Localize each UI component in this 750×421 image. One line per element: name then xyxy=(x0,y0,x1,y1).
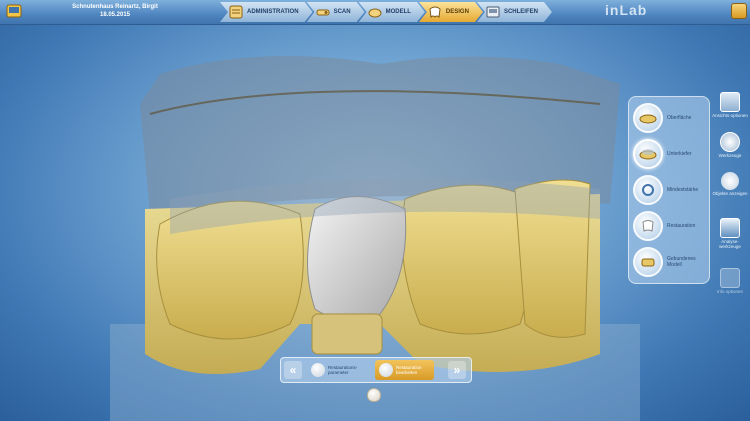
restoration-selector-icon[interactable] xyxy=(367,388,381,402)
lower-jaw-icon xyxy=(633,139,663,169)
show-objects-icon xyxy=(721,172,739,190)
side-button-label: Analyse-werkzeuge xyxy=(719,239,741,249)
tool-label: Mindeststärke xyxy=(667,187,699,193)
tool-lower-jaw[interactable]: Unterkiefer xyxy=(633,139,707,169)
prev-arrow-icon[interactable]: « xyxy=(284,361,302,379)
show-objects-button[interactable]: Objekte anzeigen xyxy=(712,172,748,196)
analysis-tools-icon xyxy=(720,218,740,238)
side-button-label: Objekte anzeigen xyxy=(712,191,748,196)
design-tool-panel: Oberfläche Unterkiefer Mindeststärke Res… xyxy=(628,96,710,284)
linked-model-icon xyxy=(633,247,663,277)
side-button-label: Werkzeuge xyxy=(718,153,742,158)
surface-icon xyxy=(633,103,663,133)
step-label: MODELL xyxy=(385,9,411,15)
step-modell[interactable]: MODELL xyxy=(359,2,425,22)
tooth-icon xyxy=(379,363,393,377)
analysis-tools-button[interactable]: Analyse-werkzeuge xyxy=(712,218,748,249)
tab-label: Restaurations-parameter xyxy=(328,364,358,376)
milling-machine-icon xyxy=(485,5,501,19)
side-button-label: Ansichts-optionen xyxy=(712,113,748,118)
side-button-label: Info optionen xyxy=(716,289,744,294)
tooth-icon xyxy=(311,363,325,377)
abutment xyxy=(311,313,383,355)
info-options-button: Info optionen xyxy=(712,268,748,294)
clipboard-icon xyxy=(228,5,244,19)
side-button-strip: Ansichts-optionen Werkzeuge Objekte anze… xyxy=(712,92,748,302)
tool-label: Restauration xyxy=(667,223,696,229)
tool-label: Unterkiefer xyxy=(667,151,692,157)
step-administration[interactable]: ADMINISTRATION xyxy=(220,2,313,22)
step-scan[interactable]: SCAN xyxy=(307,2,365,22)
tools-button[interactable]: Werkzeuge xyxy=(712,132,748,158)
help-icon[interactable] xyxy=(731,3,747,19)
tab-label: Restauration bearbeiten xyxy=(396,364,422,376)
case-date: 18.05.2015 xyxy=(99,12,131,18)
tooth-design-icon xyxy=(427,5,443,19)
restoration-icon xyxy=(633,211,663,241)
brand-logo: inLab xyxy=(605,2,648,18)
tab-restoration-parameters[interactable]: Restaurations-parameter xyxy=(307,360,366,380)
patient-info: Schnutenhaus Reinartz, Birgit 18.05.2015 xyxy=(60,3,170,19)
next-arrow-icon[interactable]: » xyxy=(448,361,466,379)
restoration-bar: « Restaurations-parameter Restauration b… xyxy=(280,357,472,383)
tool-linked-model[interactable]: Gebundenes Modell xyxy=(633,247,707,277)
tool-label: Gebundenes Modell xyxy=(667,256,696,268)
view-options-button[interactable]: Ansichts-optionen xyxy=(712,92,748,118)
tool-label: Oberfläche xyxy=(667,115,692,121)
patient-name: Schnutenhaus Reinartz, Birgit xyxy=(72,4,158,10)
tool-min-thickness[interactable]: Mindeststärke xyxy=(633,175,707,205)
tool-restoration[interactable]: Restauration xyxy=(633,211,707,241)
view-options-icon xyxy=(720,92,740,112)
step-design[interactable]: DESIGN xyxy=(419,2,483,22)
step-schleifen[interactable]: SCHLEIFEN xyxy=(477,2,552,22)
tab-edit-restoration[interactable]: Restauration bearbeiten xyxy=(375,360,434,380)
step-label: ADMINISTRATION xyxy=(247,9,299,15)
step-label: DESIGN xyxy=(445,9,469,15)
step-label: SCHLEIFEN xyxy=(503,9,538,15)
top-bar: Schnutenhaus Reinartz, Birgit 18.05.2015… xyxy=(0,0,750,25)
model-icon xyxy=(367,5,383,19)
tool-surface[interactable]: Oberfläche xyxy=(633,103,707,133)
tools-icon xyxy=(720,132,740,152)
info-icon xyxy=(720,268,740,288)
min-thickness-icon xyxy=(633,175,663,205)
workflow-steps: ADMINISTRATION SCAN MODELL DESIGN SCHLEI… xyxy=(220,2,546,22)
scanner-icon xyxy=(315,5,331,19)
step-label: SCAN xyxy=(333,9,351,15)
app-logo-icon[interactable] xyxy=(6,3,22,19)
